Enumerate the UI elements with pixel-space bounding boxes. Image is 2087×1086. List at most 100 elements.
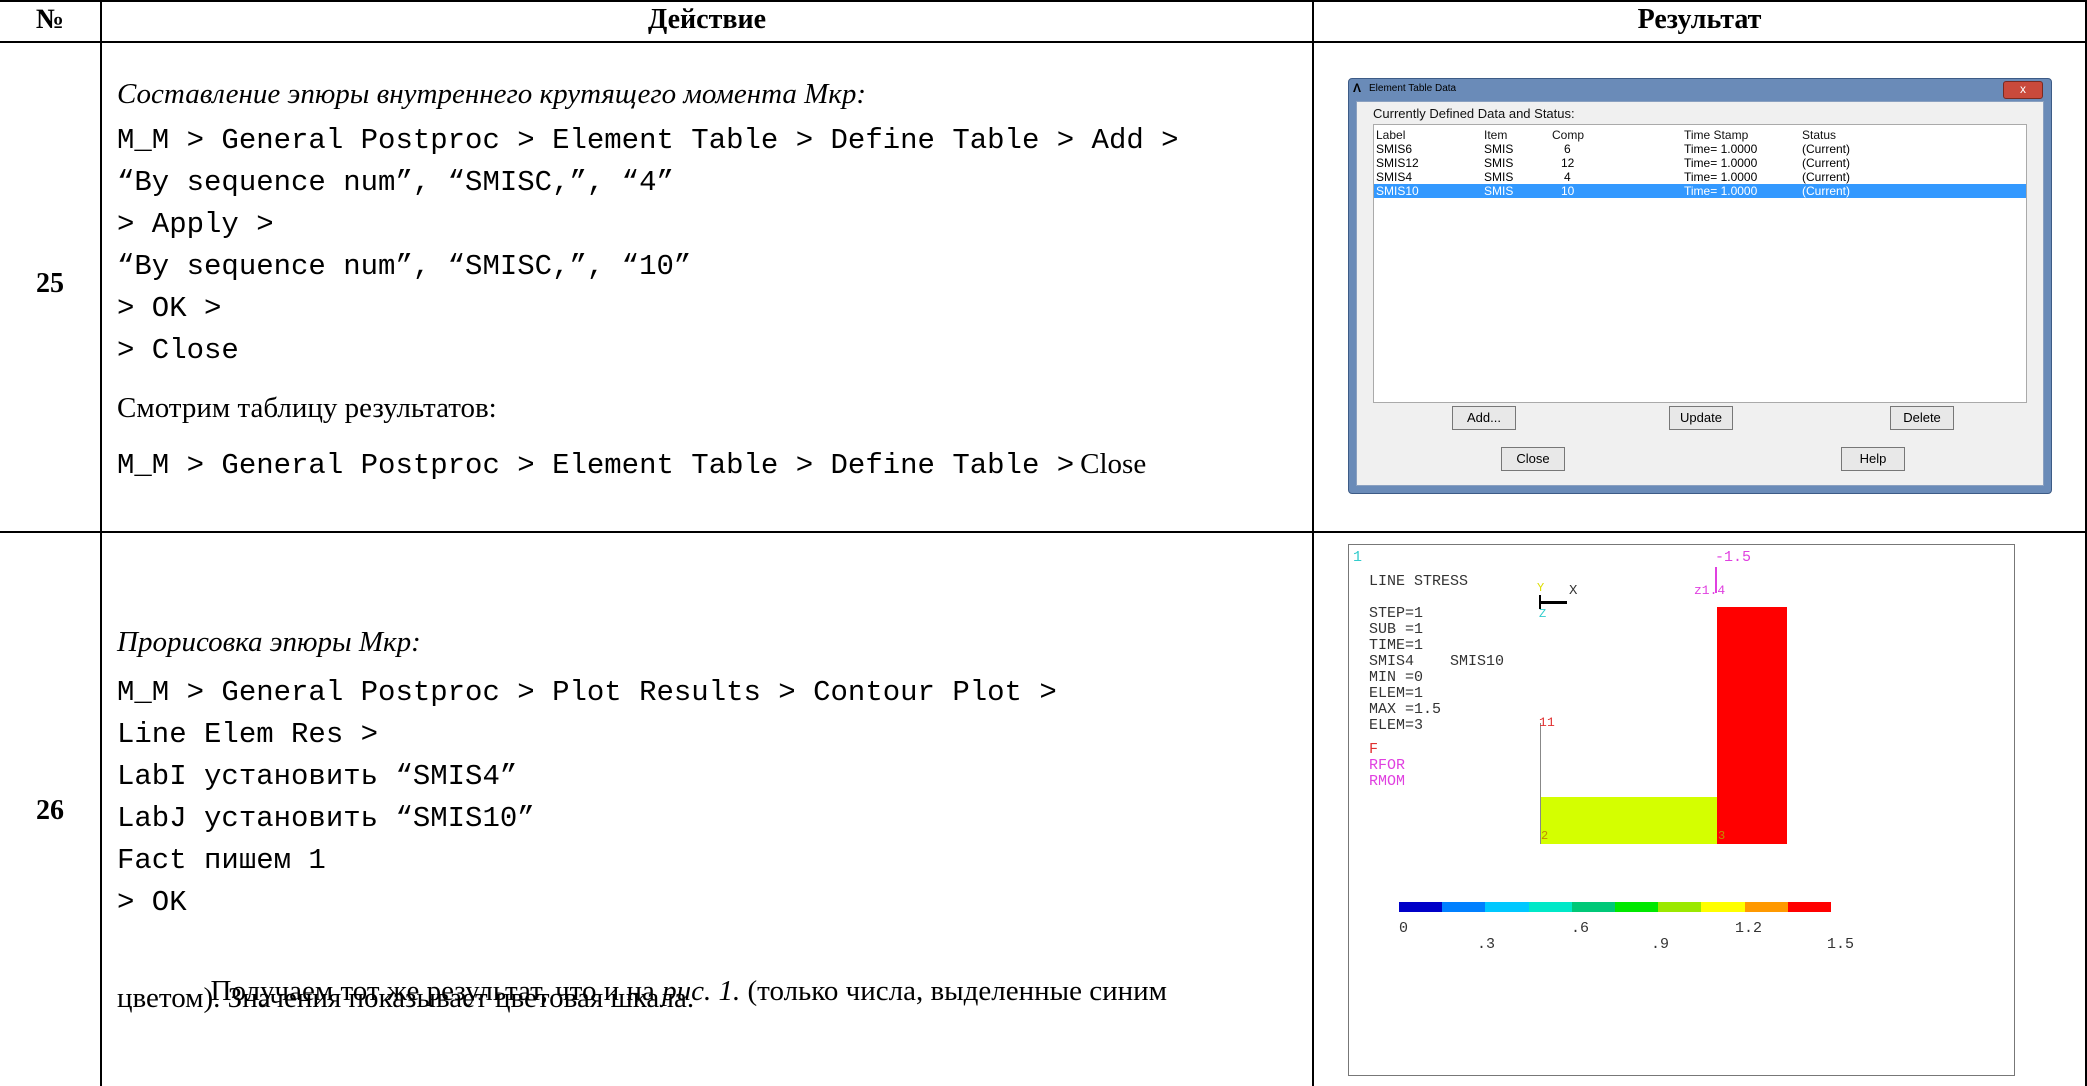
color-scale-segment — [1442, 902, 1486, 912]
node-label: z1.4 — [1694, 583, 1726, 598]
menu-path: M_M > General Postproc > Plot Results > … — [117, 676, 1057, 709]
element-table-dialog: Λ Element Table Data x Currently Defined… — [1348, 78, 2052, 494]
dialog-subtitle: Currently Defined Data and Status: — [1373, 106, 1575, 121]
header-bottom-border — [0, 41, 2087, 43]
menu-path: > Close — [117, 334, 239, 367]
list-item-selected[interactable]: SMIS10 SMIS 10 Time= 1.0000 (Current) — [1374, 184, 2026, 198]
plot-info: SMIS4 SMIS10 — [1369, 653, 1505, 670]
axis-label-x: X — [1569, 583, 1578, 599]
cell-status: (Current) — [1802, 142, 1851, 156]
result-note-text: цветом). Значения показывает цветовая шк… — [117, 982, 695, 1014]
node-label: 1 — [1547, 715, 1555, 730]
plot-info: ELEM=3 — [1369, 717, 1424, 734]
color-scale-bar — [1399, 902, 1832, 912]
data-list[interactable]: Label Item Comp Time Stamp Status SMIS6 … — [1373, 124, 2027, 403]
cell-status: (Current) — [1802, 156, 1851, 170]
color-scale-segment — [1658, 902, 1702, 912]
element-line — [1540, 723, 1541, 844]
close-icon[interactable]: x — [2003, 81, 2043, 99]
menu-path: M_M > General Postproc > Element Table >… — [117, 124, 1179, 157]
menu-path: “By sequence num”, “SMISC,”, “4” — [117, 166, 674, 199]
cell-item: SMIS — [1484, 184, 1514, 198]
table-top-border — [0, 0, 2087, 2]
col-divider-2 — [1312, 0, 1314, 1086]
plot-info: SUB =1 — [1369, 621, 1424, 638]
menu-path: “By sequence num”, “SMISC,”, “10” — [117, 250, 692, 283]
color-scale-segment — [1787, 902, 1832, 912]
column-header: Time Stamp — [1684, 128, 1749, 142]
scale-label: .3 — [1477, 936, 1496, 953]
color-scale-segment — [1528, 902, 1572, 912]
menu-path: > OK — [117, 886, 187, 919]
scale-label: 1.5 — [1827, 936, 1855, 953]
cell-label: SMIS4 — [1376, 170, 1413, 184]
cell-item: SMIS — [1484, 156, 1514, 170]
dialog-body: Currently Defined Data and Status: Label… — [1356, 101, 2044, 486]
cell-comp: 10 — [1561, 184, 1575, 198]
scale-label: .9 — [1651, 936, 1670, 953]
menu-path-code: M_M > General Postproc > Element Table >… — [117, 449, 1075, 482]
dialog-title: Element Table Data — [1369, 83, 1457, 94]
row-divider — [0, 531, 2087, 533]
color-scale-segment — [1399, 902, 1443, 912]
column-header: Comp — [1552, 128, 1585, 142]
cell-comp: 12 — [1561, 156, 1575, 170]
menu-path-close: Close — [1080, 448, 1147, 480]
menu-path: LabI установить “SMIS4” — [117, 760, 518, 793]
delete-button[interactable]: Delete — [1890, 406, 1954, 430]
cell-status: (Current) — [1802, 184, 1851, 198]
scale-label: 1.2 — [1735, 920, 1763, 937]
menu-path: M_M > General Postproc > Element Table >… — [117, 448, 1146, 482]
diagram-fill-high — [1717, 607, 1787, 844]
step-heading: Составление эпюры внутреннего крутящего … — [117, 78, 867, 110]
cell-time: Time= 1.0000 — [1684, 156, 1758, 170]
diagram-fill-low — [1540, 797, 1717, 844]
cell-time: Time= 1.0000 — [1684, 142, 1758, 156]
step-heading: Прорисовка эпюры Мкр: — [117, 626, 421, 658]
color-scale-segment — [1571, 902, 1616, 912]
plot-info: STEP=1 — [1369, 605, 1424, 622]
color-scale-segment — [1615, 902, 1659, 912]
color-scale-segment — [1744, 902, 1788, 912]
node-label: 1 — [1539, 715, 1547, 730]
cell-time: Time= 1.0000 — [1684, 184, 1758, 198]
col-divider-1 — [100, 0, 102, 1086]
color-scale-segment — [1701, 902, 1745, 912]
cell-time: Time= 1.0000 — [1684, 170, 1758, 184]
axis-label-y: Y — [1537, 581, 1545, 595]
list-item[interactable]: SMIS6 SMIS 6 Time= 1.0000 (Current) — [1374, 142, 2026, 156]
node-label: 3 — [1718, 829, 1726, 843]
menu-path: Line Elem Res > — [117, 718, 379, 751]
menu-path: > Apply > — [117, 208, 274, 241]
row-number: 26 — [36, 795, 64, 826]
step-text: Смотрим таблицу результатов: — [117, 392, 497, 424]
cell-label: SMIS10 — [1376, 184, 1419, 198]
scale-label: .6 — [1571, 920, 1590, 937]
row-number: 25 — [36, 268, 64, 299]
plot-info: MAX =1.5 — [1369, 701, 1442, 718]
add-button[interactable]: Add... — [1452, 406, 1516, 430]
legend-item: F — [1369, 741, 1379, 758]
node-label: 2 — [1541, 829, 1549, 843]
max-value-label: -1.5 — [1715, 549, 1752, 566]
list-item[interactable]: SMIS4 SMIS 4 Time= 1.0000 (Current) — [1374, 170, 2026, 184]
close-button[interactable]: Close — [1501, 447, 1565, 471]
cell-status: (Current) — [1802, 170, 1851, 184]
header-action: Действие — [647, 4, 767, 35]
update-button[interactable]: Update — [1669, 406, 1733, 430]
color-scale-segment — [1485, 902, 1529, 912]
plot-info: TIME=1 — [1369, 637, 1424, 654]
list-item[interactable]: SMIS12 SMIS 12 Time= 1.0000 (Current) — [1374, 156, 2026, 170]
cell-label: SMIS12 — [1376, 156, 1419, 170]
menu-path: > OK > — [117, 292, 222, 325]
axis-label-z: Z — [1539, 607, 1547, 621]
cell-comp: 6 — [1564, 142, 1571, 156]
ansys-plot: 1 LINE STRESS STEP=1 SUB =1 TIME=1 SMIS4… — [1348, 544, 2015, 1076]
window-number: 1 — [1353, 549, 1363, 566]
column-header: Label — [1376, 128, 1406, 142]
column-header: Item — [1484, 128, 1508, 142]
help-button[interactable]: Help — [1841, 447, 1905, 471]
header-num: № — [35, 4, 65, 35]
menu-path: Fact пишем 1 — [117, 844, 326, 877]
cell-label: SMIS6 — [1376, 142, 1413, 156]
